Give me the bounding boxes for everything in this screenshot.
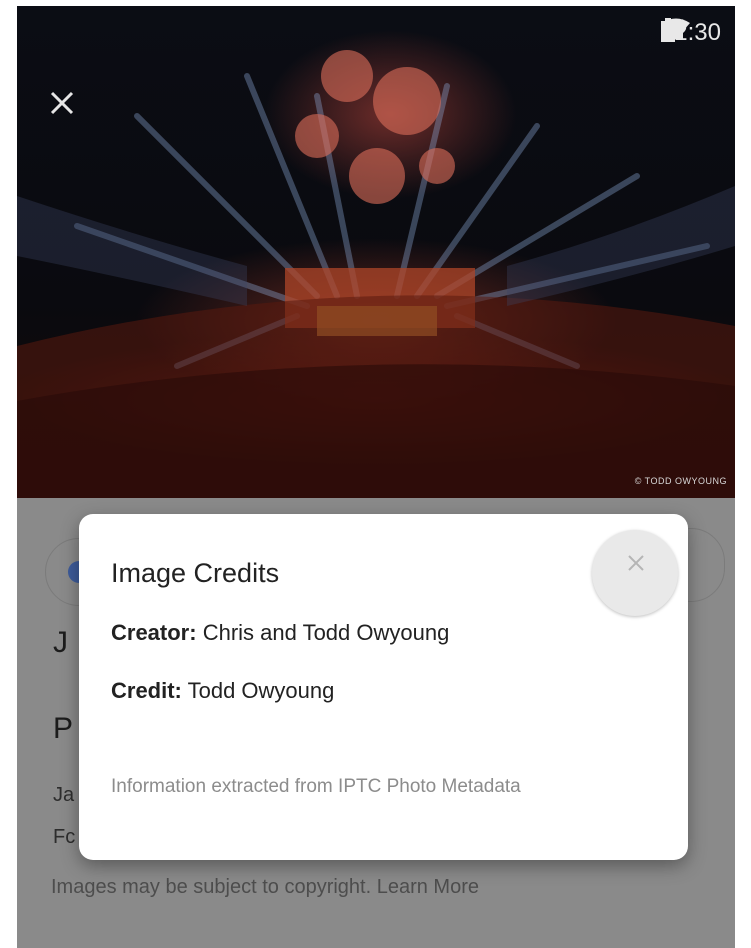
result-description-line-2: Fc (53, 826, 76, 848)
concert-fireworks-image (17, 50, 735, 498)
credit-value: Todd Owyoung (187, 678, 335, 703)
photo-preview: 12:30 © TODD OWYOUNG (17, 6, 735, 498)
copyright-note: Images may be subject to copyright. Lear… (51, 876, 479, 898)
battery-icon (660, 18, 675, 42)
result-title-line-1: J (53, 626, 68, 659)
dialog-close-button[interactable] (592, 530, 678, 616)
status-bar: 12:30 (660, 18, 721, 48)
credit-row: Credit: Todd Owyoung (111, 678, 334, 704)
creator-value: Chris and Todd Owyoung (202, 620, 450, 645)
result-title-line-2: P (53, 712, 74, 745)
image-credits-dialog: Image Credits Creator: Chris and Todd Ow… (79, 514, 688, 860)
creator-row: Creator: Chris and Todd Owyoung (111, 620, 449, 646)
metadata-footnote: Information extracted from IPTC Photo Me… (111, 776, 521, 797)
creator-label: Creator: (111, 620, 197, 645)
dialog-title: Image Credits (111, 558, 280, 588)
photo-watermark: © TODD OWYOUNG (634, 476, 727, 486)
result-description-line-1: Ja (53, 784, 75, 806)
close-icon (628, 555, 644, 571)
credit-label: Credit: (111, 678, 182, 703)
close-icon[interactable] (47, 88, 77, 118)
